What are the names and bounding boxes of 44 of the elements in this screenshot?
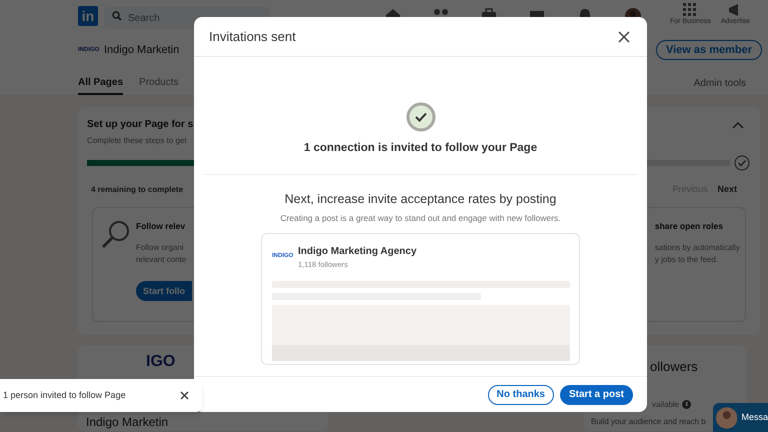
task-description: Follow organi [136, 242, 185, 254]
confirmation-text: 1 connection is invited to follow your Page [304, 141, 538, 156]
start-following-button[interactable]: Start follo [136, 281, 192, 302]
task-title: Follow relev [136, 220, 186, 232]
section-heading: Next, increase invite acceptance rates by posting [284, 191, 556, 208]
card-subtitle: Complete these steps to get [87, 135, 188, 147]
admin-tools-menu[interactable]: Admin tools [694, 71, 762, 95]
remaining-count: 4 remaining to complete [91, 184, 184, 196]
card-title: Set up your Page for s [87, 118, 194, 132]
task-description: relevant conte [136, 254, 188, 266]
messaging-bar[interactable]: Messa [713, 403, 768, 432]
messaging-label: Messa [741, 410, 768, 424]
linkedin-logo[interactable]: in [78, 6, 98, 26]
agency-logo: IGO [146, 353, 176, 371]
task-description: y jobs to the feed. [654, 254, 720, 266]
followers-title: ollowers [650, 358, 699, 376]
page-name: Indigo Marketin [104, 42, 180, 58]
avatar-icon [716, 406, 738, 428]
no-thanks-button[interactable]: No thanks [488, 384, 554, 404]
section-subheading: Creating a post is a great way to stand out and engage with new followers. [280, 212, 561, 225]
page-tab[interactable]: Products [139, 71, 178, 95]
page-tab[interactable]: All Pages [78, 71, 124, 95]
toast-message: 1 person invited to follow Page [3, 388, 126, 402]
close-icon [618, 30, 630, 42]
check-circle-icon [734, 155, 750, 171]
success-check-icon [406, 102, 436, 132]
grid-icon [683, 3, 698, 18]
close-button[interactable] [616, 28, 632, 44]
task-title: share open roles [654, 220, 724, 232]
company-name: Indigo Marketing Agency [298, 244, 417, 259]
chevron-up-icon [732, 121, 744, 129]
start-post-button[interactable]: Start a post [560, 384, 633, 404]
close-button[interactable] [178, 390, 190, 402]
next-button[interactable]: Next [717, 183, 737, 196]
help-icon [682, 400, 692, 409]
close-icon [180, 391, 188, 400]
search-icon [112, 10, 122, 20]
followers-description: Build your audience and reach b [591, 416, 707, 426]
availability-label: vailable [652, 398, 680, 410]
magnifier-icon [101, 220, 131, 250]
dialog-title: Invitations sent [209, 28, 296, 46]
page-name: Indigo Marketin [86, 416, 170, 429]
task-description: sations by automatically [654, 242, 740, 254]
view-as-member-button[interactable]: View as member [656, 40, 762, 60]
